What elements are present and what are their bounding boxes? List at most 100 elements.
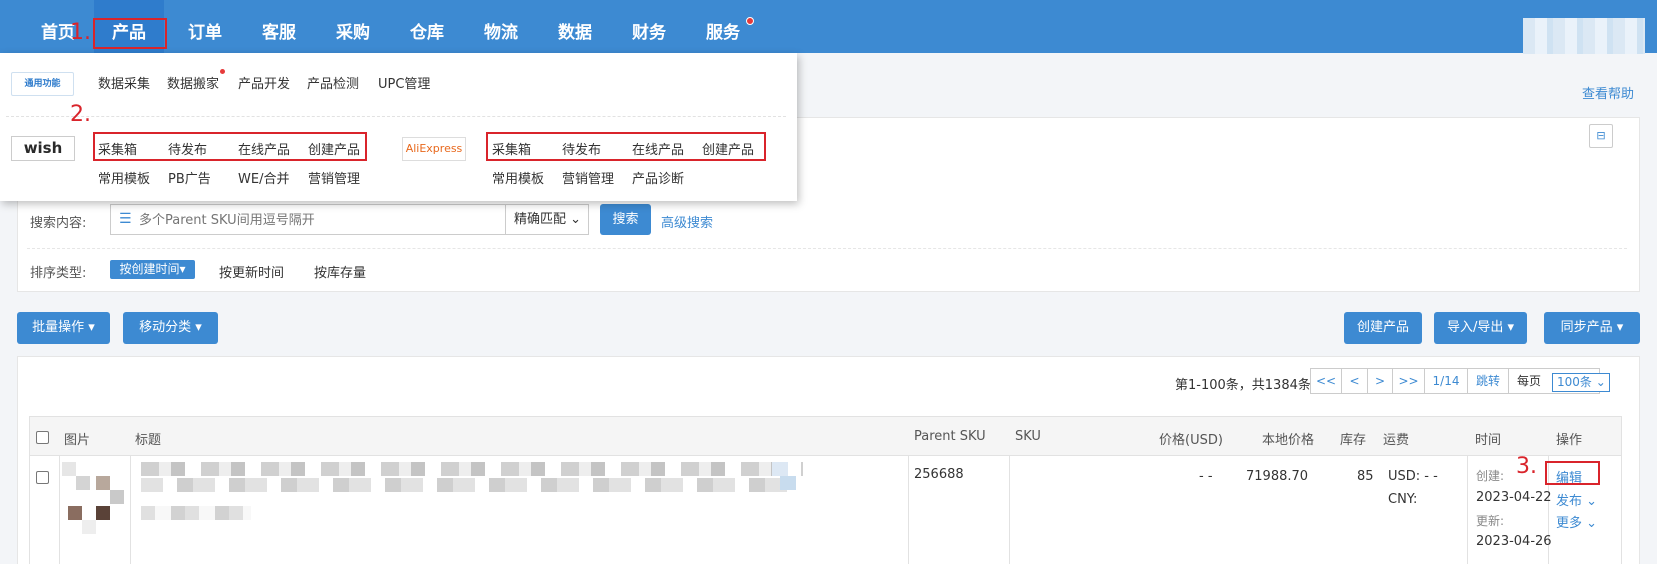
parent-sku-value: 256688 xyxy=(914,467,964,482)
select-all-checkbox[interactable] xyxy=(36,431,49,444)
advanced-search-link[interactable]: 高级搜索 xyxy=(661,212,713,231)
match-mode-select[interactable]: 精确匹配 ⌄ xyxy=(505,204,589,235)
move-category-label: 移动分类 xyxy=(139,320,192,335)
col-stock: 库存 xyxy=(1340,433,1367,448)
nav-warehouse[interactable]: 仓库 xyxy=(410,0,444,53)
updated-label: 更新: xyxy=(1476,514,1505,528)
ali-diagnosis[interactable]: 产品诊断 xyxy=(632,168,684,187)
column-divider xyxy=(130,456,131,564)
menu-upc[interactable]: UPC管理 xyxy=(378,73,430,92)
top-nav: 首页 产品 订单 客服 采购 仓库 物流 数据 财务 服务 xyxy=(0,0,1657,54)
wish-collect-box[interactable]: 采集箱 xyxy=(98,139,137,158)
menu-product-check[interactable]: 产品检测 xyxy=(307,73,359,92)
pagination-summary: 第1-100条，共1384条 xyxy=(1175,378,1311,393)
shipping-usd: USD: - - xyxy=(1388,469,1438,484)
col-price-usd: 价格(USD) xyxy=(1159,433,1223,448)
nav-data[interactable]: 数据 xyxy=(558,0,592,53)
col-image: 图片 xyxy=(64,433,91,448)
import-export-button[interactable]: 导入/导出 ▾ xyxy=(1434,312,1527,344)
ali-templates[interactable]: 常用模板 xyxy=(492,168,544,187)
column-divider xyxy=(1467,456,1468,564)
annotation-box-3 xyxy=(1545,461,1600,485)
wish-logo: wish xyxy=(11,136,75,161)
page-indicator: 1/14 xyxy=(1424,368,1468,394)
ali-pending[interactable]: 待发布 xyxy=(562,139,601,158)
menu-data-migrate[interactable]: 数据搬家 xyxy=(167,73,219,92)
sort-by-created-label: 按创建时间 xyxy=(119,262,180,276)
search-input[interactable] xyxy=(139,210,499,230)
menu-product-dev[interactable]: 产品开发 xyxy=(238,73,290,92)
col-local-price: 本地价格 xyxy=(1262,433,1315,448)
menu-data-collect[interactable]: 数据采集 xyxy=(98,73,150,92)
created-label: 创建: xyxy=(1476,469,1505,483)
user-avatar[interactable] xyxy=(1523,18,1645,54)
sort-by-created[interactable]: 按创建时间▾ xyxy=(110,260,195,279)
nav-orders[interactable]: 订单 xyxy=(188,0,222,53)
import-export-label: 导入/导出 xyxy=(1446,320,1504,335)
price-usd-value: - - xyxy=(1199,469,1213,484)
bulk-actions-label: 批量操作 xyxy=(32,320,85,335)
ali-online[interactable]: 在线产品 xyxy=(632,139,684,158)
annotation-label-2: 2. xyxy=(70,102,91,127)
wish-we-merge[interactable]: WE/合并 xyxy=(238,168,289,187)
ali-create[interactable]: 创建产品 xyxy=(702,139,754,158)
move-category-button[interactable]: 移动分类 ▾ xyxy=(123,312,218,344)
help-link[interactable]: 查看帮助 xyxy=(1582,83,1634,102)
match-mode-value: 精确匹配 xyxy=(514,212,567,227)
wish-create[interactable]: 创建产品 xyxy=(308,139,360,158)
annotation-label-3: 3. xyxy=(1516,454,1537,479)
products-dropdown: 通用功能 数据采集 数据搬家 产品开发 产品检测 UPC管理 2. wish 采… xyxy=(0,53,797,201)
bulk-actions-button[interactable]: 批量操作 ▾ xyxy=(17,312,110,344)
sync-products-button[interactable]: 同步产品 ▾ xyxy=(1544,312,1640,344)
new-badge-dot xyxy=(220,69,225,74)
nav-purchase[interactable]: 采购 xyxy=(336,0,370,53)
sort-by-stock[interactable]: 按库存量 xyxy=(314,262,366,281)
nav-finance[interactable]: 财务 xyxy=(632,0,666,53)
wish-marketing[interactable]: 营销管理 xyxy=(308,168,360,187)
page-next-button[interactable]: > xyxy=(1367,368,1393,394)
product-thumbnail[interactable] xyxy=(62,462,128,534)
col-title: 标题 xyxy=(135,433,162,448)
created-date: 2023-04-22 xyxy=(1476,490,1552,505)
notification-dot xyxy=(746,17,754,25)
dropdown-divider xyxy=(6,116,786,117)
column-divider xyxy=(59,456,60,564)
sort-by-updated[interactable]: 按更新时间 xyxy=(219,262,284,281)
page-jump-button[interactable]: 跳转 xyxy=(1467,368,1509,394)
per-page-label: 每页 xyxy=(1517,374,1542,388)
more-link[interactable]: 更多 ⌄ xyxy=(1556,512,1597,531)
row-checkbox[interactable] xyxy=(36,471,49,484)
nav-logistics[interactable]: 物流 xyxy=(484,0,518,53)
wish-pending[interactable]: 待发布 xyxy=(168,139,207,158)
updated-date: 2023-04-26 xyxy=(1476,534,1552,549)
publish-link[interactable]: 发布 ⌄ xyxy=(1556,490,1597,509)
search-button[interactable]: 搜索 xyxy=(600,204,651,235)
sort-label: 排序类型: xyxy=(30,266,87,281)
ali-marketing[interactable]: 营销管理 xyxy=(562,168,614,187)
sync-products-label: 同步产品 xyxy=(1560,320,1613,335)
page-last-button[interactable]: >> xyxy=(1392,368,1425,394)
collapse-icon[interactable]: ⊟ xyxy=(1589,124,1613,148)
per-page-select[interactable]: 100条 ⌄ xyxy=(1552,373,1610,392)
col-sku: SKU xyxy=(1015,429,1041,444)
page-first-button[interactable]: << xyxy=(1310,368,1342,394)
wish-online[interactable]: 在线产品 xyxy=(238,139,290,158)
search-field[interactable]: ☰ xyxy=(110,204,506,235)
column-divider xyxy=(908,456,909,564)
ali-collect-box[interactable]: 采集箱 xyxy=(492,139,531,158)
stock-value: 85 xyxy=(1357,469,1374,484)
local-price-value: 71988.70 xyxy=(1246,469,1309,484)
nav-service[interactable]: 客服 xyxy=(262,0,296,53)
nav-services[interactable]: 服务 xyxy=(706,0,740,53)
page-prev-button[interactable]: < xyxy=(1341,368,1368,394)
create-product-button[interactable]: 创建产品 xyxy=(1344,312,1422,344)
annotation-box-1 xyxy=(93,18,167,49)
col-parent-sku: Parent SKU xyxy=(914,429,986,444)
list-icon: ☰ xyxy=(119,211,132,227)
chevron-down-icon: ⌄ xyxy=(570,212,582,227)
col-actions: 操作 xyxy=(1556,433,1583,448)
wish-templates[interactable]: 常用模板 xyxy=(98,168,150,187)
shipping-cny: CNY: xyxy=(1388,492,1418,507)
common-functions-badge: 通用功能 xyxy=(11,72,74,96)
wish-pb-ads[interactable]: PB广告 xyxy=(168,168,211,187)
